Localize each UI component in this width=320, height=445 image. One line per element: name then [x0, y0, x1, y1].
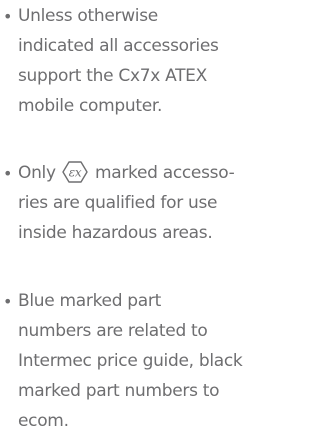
note-line: Blue marked part [18, 291, 161, 311]
svg-text:εx: εx [69, 166, 82, 180]
note-text: Only [18, 163, 61, 183]
note-line: support the Cx7x ATEX [18, 66, 207, 86]
note-line: mobile computer. [18, 96, 163, 116]
note-line: Unless otherwise [18, 6, 158, 26]
note-line: Intermec price guide, black [18, 351, 243, 371]
bullet: • [3, 164, 13, 183]
note-line-with-icon: Only εx marked accesso- [18, 159, 235, 189]
note-text: marked accesso- [89, 163, 235, 183]
bullet: • [3, 7, 13, 26]
note-line: indicated all accessories [18, 36, 219, 56]
note-line: ecom. [18, 411, 69, 431]
note-line: numbers are related to [18, 321, 208, 341]
atex-ex-marking-icon: εx [62, 161, 88, 183]
bullet: • [3, 292, 13, 311]
note-line: ries are qualified for use [18, 193, 218, 213]
note-line: marked part numbers to [18, 381, 220, 401]
note-line: inside hazardous areas. [18, 223, 213, 243]
